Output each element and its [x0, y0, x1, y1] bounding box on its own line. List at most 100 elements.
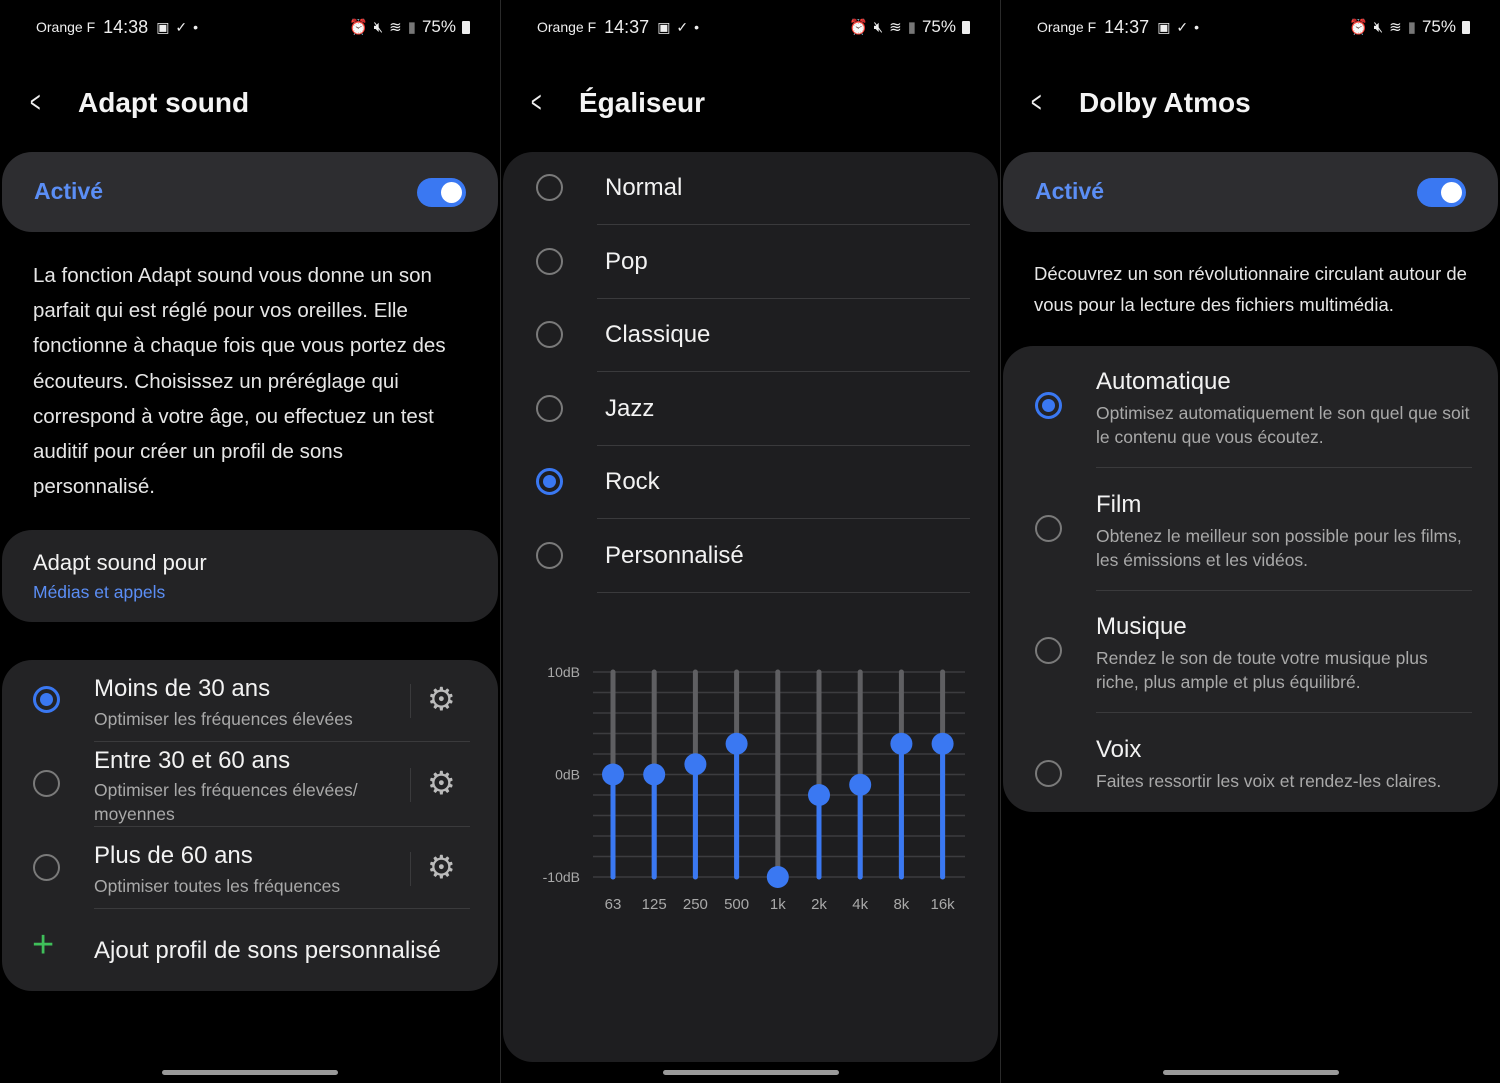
wifi-icon: ≋ [389, 19, 402, 36]
add-profile-label: Ajout profil de sons personnalisé [94, 937, 441, 964]
back-button[interactable]: < [30, 86, 59, 120]
back-button[interactable]: < [1031, 86, 1060, 120]
row-value: Médias et appels [33, 582, 166, 602]
preset-label: Jazz [605, 394, 655, 422]
slider-handle[interactable] [808, 784, 830, 806]
status-bar: Orange F 14:37 ▣ ✓ • ⏰ 🔇︎ ≋ ▮ 75% [537, 16, 970, 38]
radio-button[interactable] [1035, 759, 1062, 787]
dot-icon: • [694, 19, 700, 35]
radio-button[interactable] [536, 394, 563, 422]
gear-icon[interactable]: ⚙ [427, 764, 456, 802]
divider [94, 908, 470, 909]
equalizer-screen: Orange F 14:37 ▣ ✓ • ⏰ 🔇︎ ≋ ▮ 75% < Égaliseur N… [500, 0, 1000, 1083]
gear-icon[interactable]: ⚙ [427, 848, 456, 886]
page-title: Égaliseur [579, 87, 706, 118]
dot-icon: • [193, 19, 199, 35]
x-tick-label: 2k [811, 896, 827, 913]
radio-button[interactable] [1035, 514, 1062, 542]
mute-icon: 🔇︎ [1373, 18, 1384, 36]
mute-icon: 🔇︎ [373, 18, 384, 36]
radio-button[interactable] [33, 854, 60, 881]
divider [1096, 467, 1472, 468]
mode-title: Film [1096, 490, 1142, 518]
home-indicator[interactable] [1163, 1070, 1339, 1075]
home-indicator[interactable] [162, 1070, 338, 1075]
profile-title: Entre 30 et 60 ans [94, 747, 291, 774]
home-indicator[interactable] [663, 1070, 839, 1075]
slider-handle[interactable] [684, 753, 707, 776]
carrier: Orange F [1037, 19, 1097, 35]
toggle-switch[interactable] [1417, 178, 1466, 207]
mode-subtitle: Optimisez automatiquement le son quel qu… [1096, 403, 1470, 447]
back-button[interactable]: < [531, 86, 560, 120]
gear-icon[interactable]: ⚙ [427, 680, 456, 718]
signal-icon: ▮ [1407, 19, 1416, 36]
divider [597, 297, 970, 299]
radio-button[interactable] [536, 541, 563, 569]
radio-button[interactable] [33, 770, 60, 797]
profile-subtitle: Optimiser les fréquences élevées [94, 709, 353, 729]
slider-handle[interactable] [890, 732, 913, 755]
divider [1096, 589, 1472, 591]
x-tick-label: 8k [893, 896, 909, 913]
y-tick-label: -10dB [543, 869, 580, 885]
preset-label: Personnalisé [605, 541, 744, 569]
x-tick-label: 500 [724, 896, 749, 913]
mode-subtitle: Obtenez le meilleur son possible pour le… [1096, 525, 1462, 570]
divider [597, 224, 970, 225]
check-icon: ✓ [1176, 18, 1189, 35]
check-icon: ✓ [676, 18, 689, 35]
slider-handle[interactable] [766, 866, 789, 888]
profile-subtitle: Optimiser les fréquences élevées/ moyenn… [94, 780, 358, 824]
radio-button[interactable] [33, 686, 60, 713]
slider-handle[interactable] [725, 732, 748, 755]
alarm-icon: ⏰ [848, 19, 868, 36]
description: La fonction Adapt sound vous donne un so… [33, 264, 446, 499]
battery-level: 75% [421, 17, 456, 36]
row-title: Adapt sound pour [33, 550, 207, 575]
slider-handle[interactable] [849, 773, 872, 796]
radio-button[interactable] [536, 468, 563, 495]
toggle-switch[interactable] [417, 178, 466, 207]
radio-button[interactable] [1035, 637, 1062, 664]
activate-toggle-row[interactable]: Activé [2, 152, 498, 232]
profile-subtitle: Optimiser toutes les fréquences [94, 876, 341, 896]
signal-icon: ▮ [907, 19, 916, 36]
carrier: Orange F [36, 19, 96, 35]
y-tick-label: 10dB [547, 664, 580, 680]
battery-icon [1462, 20, 1470, 34]
toggle-label: Activé [1035, 178, 1105, 204]
divider [94, 741, 470, 742]
dolby-mode-list: Automatique Optimisez automatiquement le… [1003, 346, 1498, 812]
preset-label: Pop [605, 247, 648, 275]
mode-title: Voix [1096, 735, 1142, 763]
battery-level: 75% [1421, 17, 1456, 36]
radio-button[interactable] [536, 247, 563, 275]
clock: 14:38 [103, 16, 149, 37]
divider [597, 591, 970, 593]
adapt-sound-for-row[interactable]: Adapt sound pour Médias et appels [2, 530, 498, 622]
radio-button[interactable] [536, 321, 563, 348]
profile-title: Plus de 60 ans [94, 842, 253, 869]
divider [597, 444, 970, 446]
slider-handle[interactable] [643, 763, 666, 786]
battery-icon [962, 20, 970, 34]
slider-handle[interactable] [931, 732, 954, 755]
plus-icon: + [32, 924, 55, 966]
activate-toggle-row[interactable]: Activé [1003, 152, 1498, 232]
preset-label: Normal [605, 174, 683, 201]
status-bar: Orange F 14:37 ▣ ✓ • ⏰ 🔇︎ ≋ ▮ 75% [1037, 16, 1470, 38]
mode-subtitle: Faites ressortir les voix et rendez-les … [1096, 770, 1442, 791]
slider-handle[interactable] [602, 763, 624, 786]
x-tick-label: 125 [642, 896, 667, 913]
radio-button[interactable] [1035, 392, 1062, 419]
gallery-icon: ▣ [657, 18, 671, 35]
toggle-label: Activé [34, 178, 104, 204]
radio-button[interactable] [536, 174, 563, 201]
divider [410, 768, 411, 802]
y-tick-label: 0dB [555, 767, 580, 783]
divider [1096, 712, 1472, 713]
x-tick-label: 63 [605, 896, 622, 913]
equalizer-chart[interactable]: 10dB 0dB -10dB 63 125 250 500 1k 2k 4k 8k 16k [503, 652, 999, 932]
wifi-icon: ≋ [889, 19, 902, 36]
